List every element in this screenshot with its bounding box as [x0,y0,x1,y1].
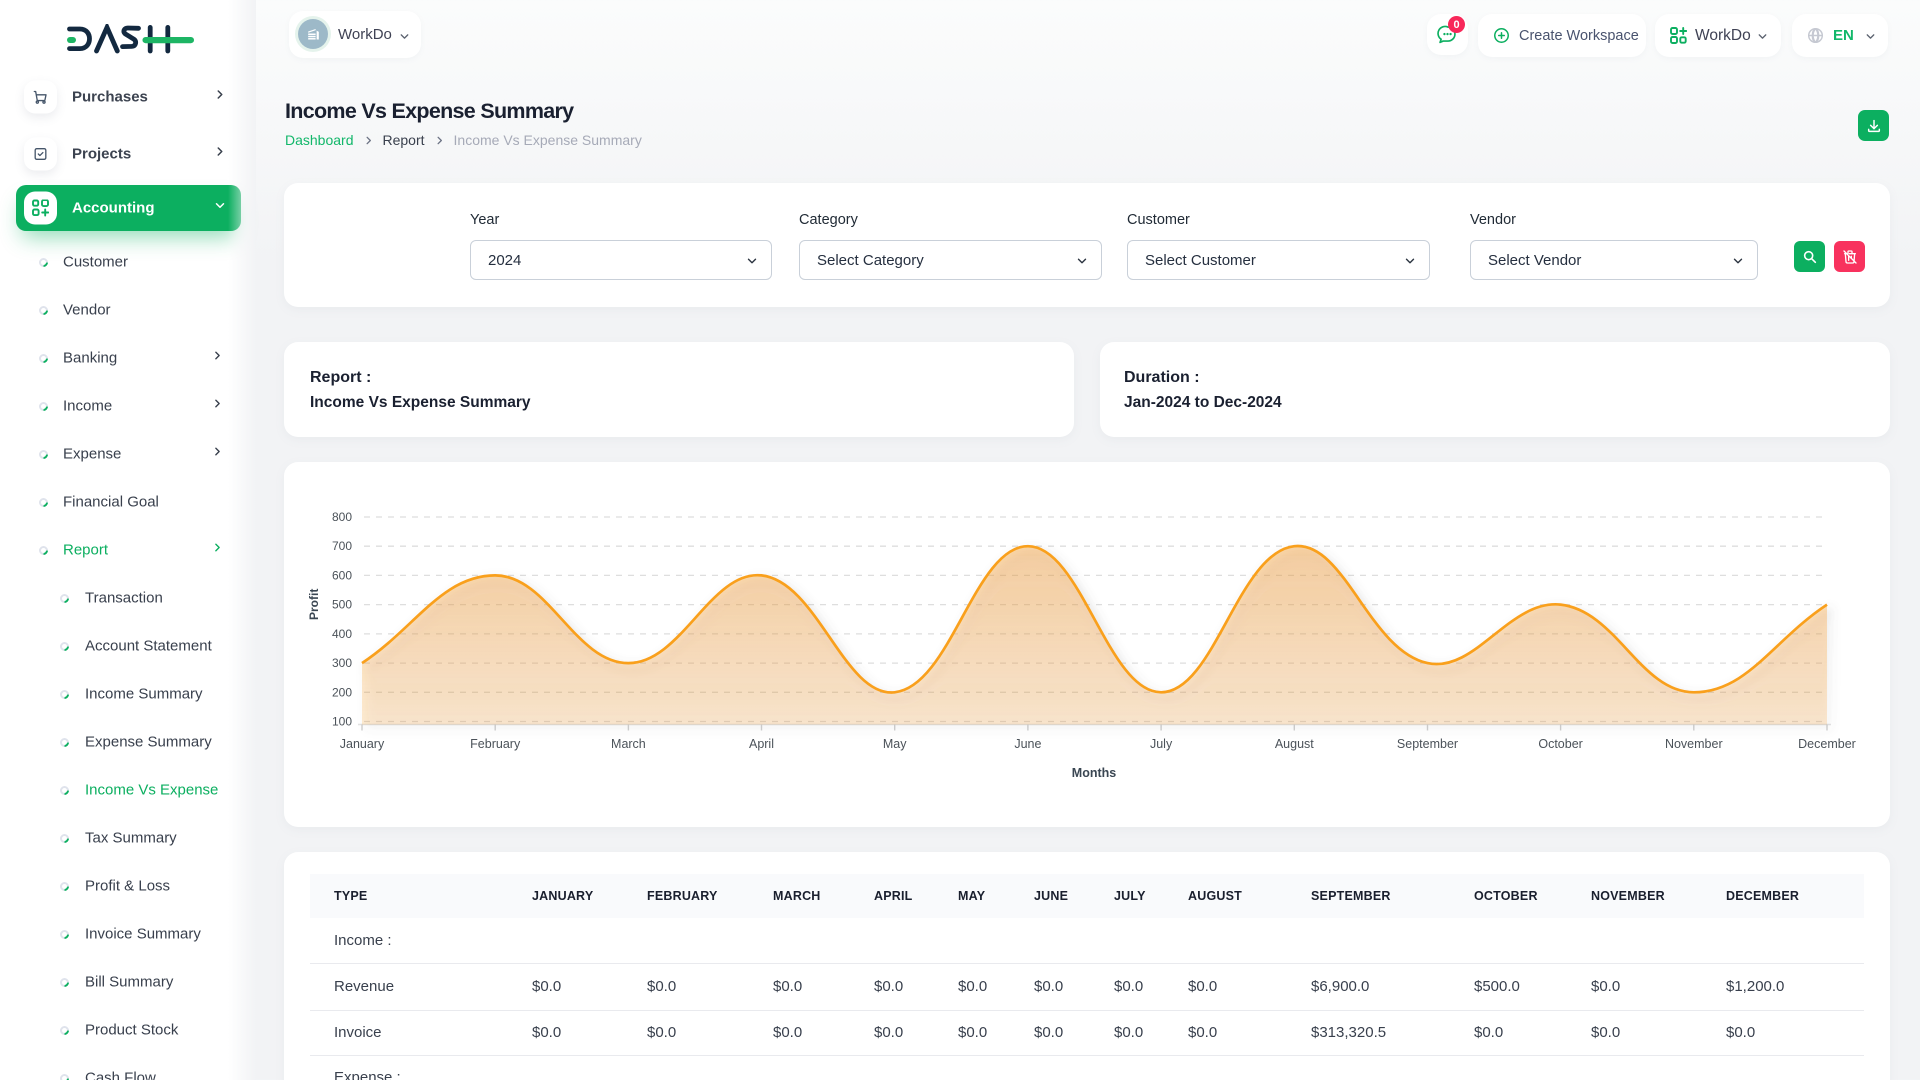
svg-text:200: 200 [332,685,352,699]
svg-text:July: July [1150,737,1173,751]
svg-text:300: 300 [332,656,352,670]
svg-text:700: 700 [332,539,352,553]
svg-text:April: April [749,737,774,751]
svg-text:500: 500 [332,598,352,612]
svg-text:100: 100 [332,715,352,729]
svg-text:December: December [1798,737,1856,751]
svg-text:800: 800 [332,510,352,524]
svg-text:August: August [1275,737,1314,751]
svg-text:May: May [883,737,907,751]
svg-text:February: February [470,737,521,751]
svg-text:January: January [340,737,385,751]
svg-text:400: 400 [332,627,352,641]
svg-text:September: September [1397,737,1458,751]
svg-text:November: November [1665,737,1723,751]
svg-text:Profit: Profit [307,589,321,620]
svg-text:Months: Months [1072,766,1116,780]
svg-text:600: 600 [332,568,352,582]
svg-text:June: June [1014,737,1041,751]
svg-text:March: March [611,737,646,751]
svg-text:October: October [1538,737,1582,751]
